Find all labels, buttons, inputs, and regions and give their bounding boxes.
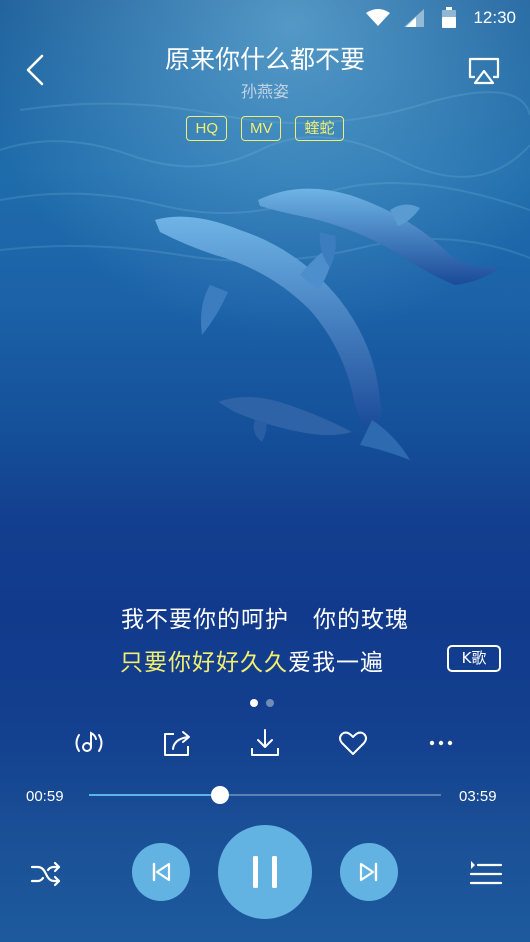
status-time: 12:30: [473, 8, 516, 27]
wifi-icon: [366, 9, 390, 26]
quality-tags: HQ MV 蝰蛇: [0, 116, 530, 141]
tag-hq[interactable]: HQ: [186, 116, 227, 141]
total-duration: 03:59: [459, 788, 497, 805]
dolphin-medium: [258, 188, 500, 285]
lyric-unsung-part: 爱我一遍: [288, 650, 384, 676]
elapsed-time: 00:59: [26, 788, 64, 805]
next-button[interactable]: [340, 843, 398, 901]
more-icon[interactable]: [424, 726, 458, 760]
karaoke-button[interactable]: K歌: [447, 645, 501, 672]
dolphin-small: [218, 397, 352, 442]
lyric-line-previous: 我不要你的呵护 你的玫瑰: [121, 607, 409, 633]
page-indicator: [250, 692, 282, 711]
progress-fill: [89, 794, 220, 796]
lyric-line-current: 只要你好好久久爱我一遍: [120, 643, 384, 677]
playlist-icon[interactable]: [468, 856, 504, 892]
pause-button[interactable]: [218, 825, 312, 919]
album-art-background: [0, 0, 530, 520]
song-title: 原来你什么都不要: [164, 45, 365, 74]
battery-icon: [442, 7, 456, 28]
download-icon[interactable]: [248, 726, 282, 760]
cast-icon[interactable]: [466, 55, 502, 87]
page-dot: [266, 699, 274, 707]
signal-icon: [404, 9, 424, 27]
pause-icon: [253, 856, 277, 888]
artist-name[interactable]: 孙燕姿: [0, 78, 530, 102]
heart-icon[interactable]: [336, 726, 370, 760]
progress-thumb[interactable]: [210, 786, 229, 804]
tag-sound-effect[interactable]: 蝰蛇: [295, 116, 344, 141]
status-bar: 12:30: [0, 0, 530, 36]
shuffle-icon[interactable]: [28, 856, 64, 892]
tag-mv[interactable]: MV: [240, 116, 282, 141]
page-dot-active: [250, 699, 258, 707]
lyric-sung-part: 只要你好好久久: [120, 650, 288, 676]
next-icon: [359, 862, 378, 882]
share-icon[interactable]: [160, 726, 194, 760]
progress-slider[interactable]: [89, 786, 441, 804]
previous-button[interactable]: [132, 843, 190, 901]
previous-icon: [152, 862, 171, 882]
dolphin-large: [155, 216, 410, 460]
sound-effect-icon[interactable]: [72, 726, 106, 760]
